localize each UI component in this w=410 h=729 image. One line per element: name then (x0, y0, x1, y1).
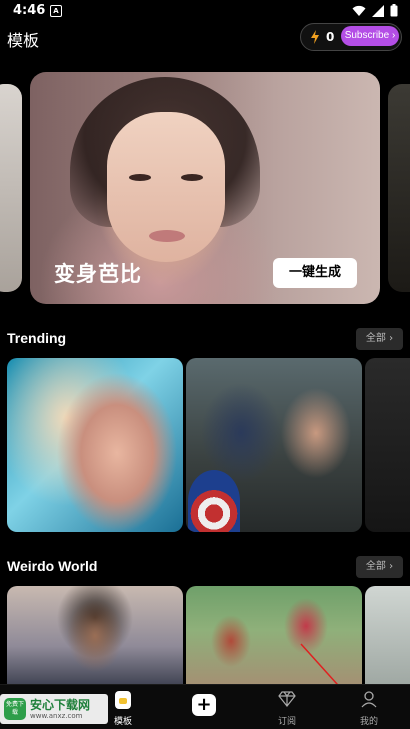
battery-icon (390, 4, 398, 17)
template-card[interactable] (186, 586, 362, 684)
header: 模板 0 Subscribe › (0, 22, 410, 54)
section-title: Weirdo World (7, 558, 98, 574)
signal-icon (372, 4, 384, 17)
site-watermark: 免费下载 安心下载网 www.anxz.com (0, 694, 108, 724)
wifi-icon (352, 5, 366, 16)
view-all-button[interactable]: 全部 › (356, 556, 403, 578)
page-title: 模板 (7, 31, 40, 50)
section-trending-header: Trending 全部 › (0, 328, 410, 352)
notification-icon: A (50, 5, 62, 17)
banner-portrait (107, 112, 225, 262)
status-bar: 4:46 A (0, 0, 410, 22)
weirdo-row[interactable] (0, 586, 410, 684)
banner-lips (149, 230, 185, 242)
view-all-label: 全部 (365, 561, 386, 572)
credit-count: 0 (326, 30, 335, 44)
subscribe-label: Subscribe (344, 30, 390, 41)
template-carousel[interactable]: 变身芭比 一键生成 (0, 72, 410, 304)
nav-label: 我的 (359, 717, 378, 727)
status-time: 4:46 (13, 3, 46, 18)
template-card[interactable] (7, 358, 183, 532)
carousel-next-card[interactable] (388, 84, 410, 292)
watermark-url: www.anxz.com (30, 712, 83, 720)
templates-icon (115, 691, 131, 709)
view-all-label: 全部 (365, 333, 386, 344)
banner-title: 变身芭比 (54, 262, 142, 286)
pointer-arrow (300, 643, 339, 684)
create-button[interactable]: + (192, 694, 216, 716)
add-icon: + (196, 694, 212, 715)
one-click-generate-button[interactable]: 一键生成 (273, 258, 357, 288)
nav-tab-profile[interactable]: 我的 (339, 689, 399, 727)
banner-eye (129, 174, 151, 181)
template-card[interactable] (7, 586, 183, 684)
template-card[interactable] (365, 358, 410, 532)
nav-label: 订阅 (277, 717, 296, 727)
template-card[interactable] (365, 586, 410, 684)
credits-pill[interactable]: 0 Subscribe › (300, 23, 402, 51)
trending-row[interactable] (0, 358, 410, 532)
view-all-button[interactable]: 全部 › (356, 328, 403, 350)
carousel-prev-card[interactable] (0, 84, 22, 292)
banner-eye (181, 174, 203, 181)
lightning-icon (311, 30, 319, 44)
shield-graphic (188, 470, 240, 532)
section-weirdo-header: Weirdo World 全部 › (0, 556, 410, 580)
diamond-icon (278, 691, 296, 707)
watermark-name: 安心下载网 (30, 698, 91, 712)
watermark-badge: 免费下载 (4, 698, 26, 720)
section-title: Trending (7, 330, 67, 346)
subscribe-button[interactable]: Subscribe › (341, 26, 399, 46)
nav-tab-subscribe[interactable]: 订阅 (257, 689, 317, 727)
featured-banner[interactable]: 变身芭比 一键生成 (30, 72, 380, 304)
system-icons (352, 4, 398, 17)
template-card[interactable] (186, 358, 362, 532)
profile-icon (361, 691, 377, 708)
